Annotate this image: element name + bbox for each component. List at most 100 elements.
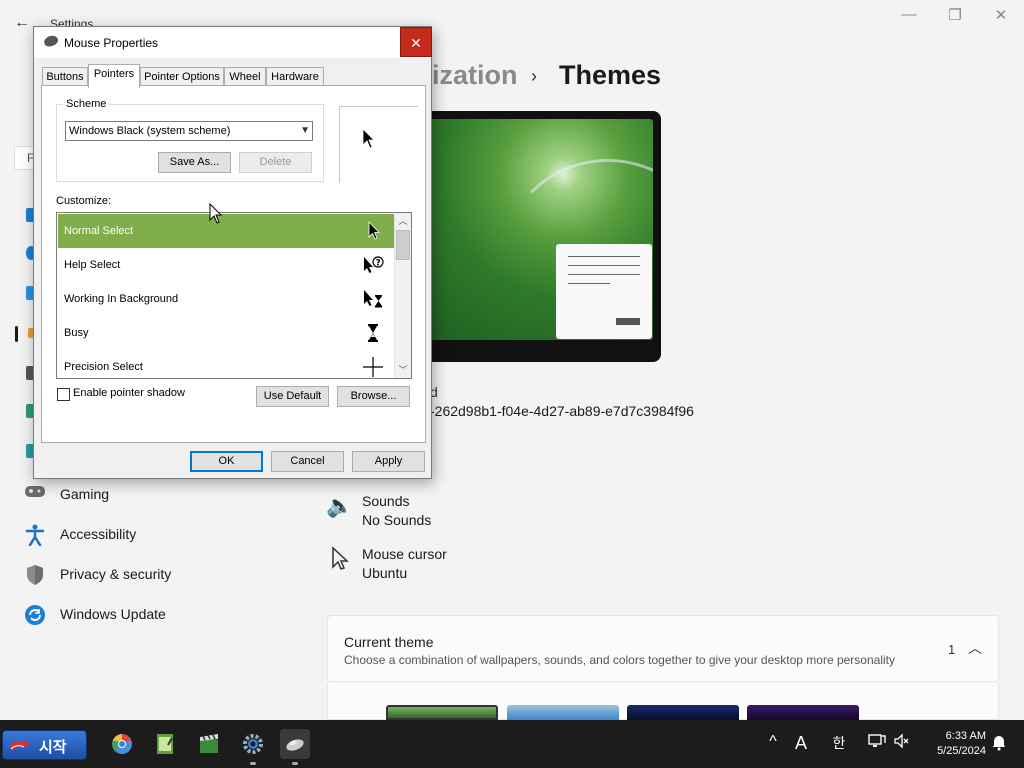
pointer-list[interactable]: Normal Select Help Select ? Working In B… (56, 212, 412, 379)
list-item[interactable]: Precision Select (58, 350, 394, 378)
preview-button (616, 318, 640, 325)
pointer-shadow-checkbox[interactable] (57, 388, 70, 401)
scheme-value: Windows Black (system scheme) (69, 125, 231, 137)
theme-preview (410, 111, 661, 362)
scroll-down-icon[interactable]: ﹀ (395, 362, 411, 378)
delete-button[interactable]: Delete (239, 152, 312, 173)
list-item-label: Normal Select (64, 225, 134, 237)
cancel-button[interactable]: Cancel (271, 451, 344, 472)
breadcrumb-chevron-icon: › (531, 66, 537, 86)
nav-item-windows-update[interactable]: Windows Update (24, 600, 284, 632)
current-theme-count: 1 (948, 642, 956, 657)
customize-label: Customize: (56, 195, 112, 207)
theme-thumbnail[interactable] (747, 705, 859, 720)
theme-thumbnail[interactable] (627, 705, 739, 720)
chevron-up-icon[interactable]: ^ (762, 733, 784, 751)
chrome-app-icon[interactable] (107, 729, 137, 759)
close-icon[interactable]: ✕ (986, 6, 1016, 24)
notification-icon[interactable] (988, 733, 1010, 754)
breadcrumb-parent[interactable]: ization (432, 60, 518, 91)
chevron-up-icon[interactable]: ︿ (968, 638, 982, 658)
taskbar: 시작 ^ A 한 6:33 AM 5/25/2024 (0, 720, 1024, 768)
start-button[interactable]: 시작 (2, 730, 87, 760)
mouse-properties-app-icon[interactable] (280, 729, 310, 765)
pointer-shadow-label: Enable pointer shadow (73, 387, 185, 399)
nav-label: Accessibility (60, 526, 137, 542)
gamepad-icon (24, 484, 46, 506)
font-indicator[interactable]: A (790, 733, 812, 754)
ok-button[interactable]: OK (190, 451, 263, 472)
tab-hardware[interactable]: Hardware (266, 67, 324, 87)
network-icon[interactable] (866, 733, 888, 752)
preview-window (556, 244, 652, 339)
list-item[interactable]: Help Select ? (58, 248, 394, 282)
mouse-icon (42, 33, 60, 49)
sounds-title: Sounds (362, 493, 410, 509)
ime-indicator[interactable]: 한 (828, 733, 850, 753)
tab-buttons[interactable]: Buttons (42, 67, 88, 87)
running-indicator (250, 762, 256, 765)
theme-thumbnail[interactable] (386, 705, 498, 720)
close-button[interactable]: ✕ (400, 27, 432, 57)
scroll-thumb[interactable] (396, 230, 410, 260)
speaker-icon: 🔈 (326, 493, 354, 518)
crosshair-cursor-icon (363, 357, 383, 377)
theme-thumbnail[interactable] (507, 705, 619, 720)
use-default-button[interactable]: Use Default (256, 386, 329, 407)
scheme-label: Scheme (63, 98, 110, 110)
current-theme-title: Current theme (344, 634, 434, 650)
chevron-down-icon: ▼ (300, 125, 310, 136)
mouse-properties-dialog: Mouse Properties ✕ Buttons Pointers Poin… (33, 26, 432, 479)
list-item-label: Busy (64, 327, 89, 339)
volume-muted-icon[interactable] (891, 733, 913, 752)
wallpaper-preview (418, 119, 653, 340)
dialog-titlebar[interactable]: Mouse Properties ✕ (34, 27, 432, 58)
tab-pointer-options[interactable]: Pointer Options (140, 67, 224, 87)
mouse-cursor-title: Mouse cursor (362, 546, 447, 562)
clock-time: 6:33 AM (945, 730, 986, 742)
browse-button[interactable]: Browse... (337, 386, 410, 407)
save-as-button[interactable]: Save As... (158, 152, 231, 173)
dialog-title: Mouse Properties (64, 36, 159, 50)
apply-button[interactable]: Apply (352, 451, 425, 472)
settings-app-icon[interactable] (238, 729, 268, 765)
nav-item-gaming[interactable]: Gaming (24, 480, 284, 512)
nav-item-accessibility[interactable]: Accessibility (24, 520, 284, 552)
back-arrow-icon[interactable]: ← (14, 14, 30, 32)
mouse-pointer-icon (209, 203, 223, 224)
pointers-panel: Scheme Windows Black (system scheme) ▼ S… (41, 85, 426, 443)
page-title: Themes (559, 60, 662, 90)
nav-label: Windows Update (60, 606, 166, 622)
list-item-label: Precision Select (64, 361, 143, 373)
update-icon (24, 604, 46, 626)
scheme-dropdown[interactable]: Windows Black (system scheme) ▼ (65, 121, 313, 141)
shield-icon (24, 564, 46, 586)
tab-pointers[interactable]: Pointers (88, 64, 140, 88)
sounds-value: No Sounds (362, 512, 432, 528)
nav-item-privacy-security[interactable]: Privacy & security (24, 560, 284, 592)
clock-date: 5/25/2024 (937, 745, 986, 757)
notepad-app-icon[interactable] (150, 729, 180, 759)
scheme-group: Scheme Windows Black (system scheme) ▼ S… (56, 98, 324, 182)
pointer-preview (339, 106, 418, 183)
start-label: 시작 (39, 739, 67, 756)
tab-wheel[interactable]: Wheel (224, 67, 266, 87)
help-cursor-icon: ? (364, 256, 384, 273)
nav-label: Gaming (60, 486, 110, 502)
list-item[interactable]: Working In Background (58, 282, 394, 316)
start-logo-icon (10, 741, 30, 751)
nav-label: Privacy & security (60, 566, 172, 582)
minimize-icon[interactable]: — (894, 6, 924, 23)
current-theme-card[interactable]: Current theme Choose a combination of wa… (327, 615, 999, 682)
list-item[interactable]: Busy (58, 316, 394, 350)
pointer-list-scrollbar[interactable]: ︿ ﹀ (394, 213, 411, 378)
scroll-up-icon[interactable]: ︿ (395, 213, 411, 229)
accessibility-icon (24, 524, 46, 547)
clock[interactable]: 6:33 AM 5/25/2024 (920, 729, 986, 759)
running-indicator (292, 762, 298, 765)
list-item[interactable]: Normal Select (58, 214, 394, 248)
hourglass-cursor-icon (368, 324, 378, 342)
cursor-icon (326, 546, 352, 572)
maximize-icon[interactable]: ❐ (940, 6, 970, 24)
media-app-icon[interactable] (194, 729, 224, 759)
